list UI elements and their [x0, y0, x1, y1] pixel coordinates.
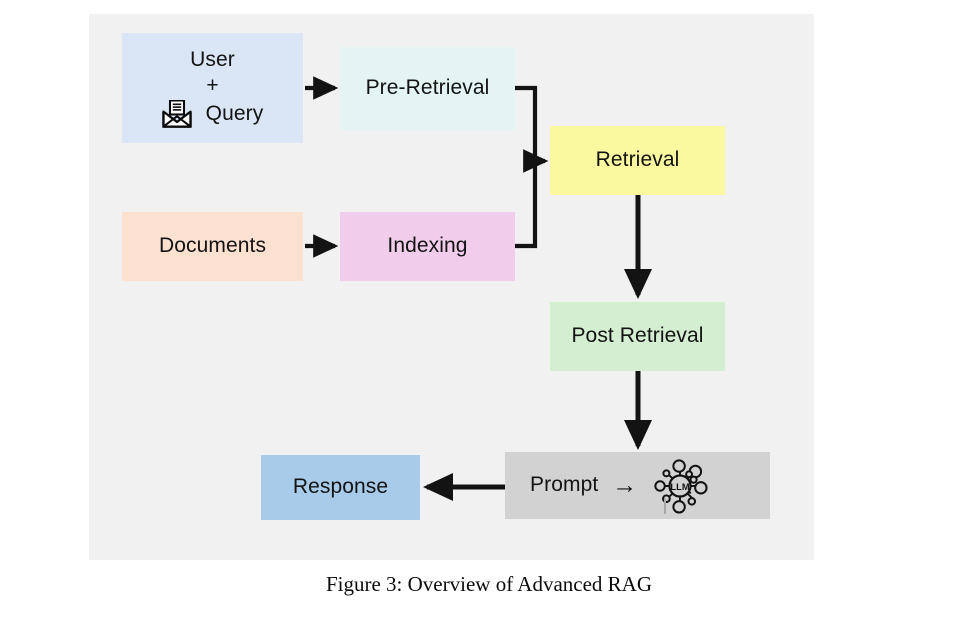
figure-container: User + Query Pre-Retrieval Documents Ind… — [0, 0, 978, 626]
envelope-icon — [162, 99, 192, 128]
node-user-query[interactable]: User + Query — [122, 33, 303, 143]
node-indexing-label: Indexing — [387, 234, 468, 258]
node-pre-retrieval-label: Pre-Retrieval — [365, 76, 490, 100]
prompt-row: Prompt → LLM — [530, 457, 709, 515]
node-indexing[interactable]: Indexing — [340, 212, 515, 281]
node-user-plus: + — [206, 74, 219, 97]
node-response-label: Response — [292, 475, 389, 499]
prompt-tick-mark — [664, 498, 666, 514]
right-arrow-icon: → — [612, 471, 638, 499]
user-query-stack: User + Query — [162, 48, 264, 128]
node-post-retrieval-label: Post Retrieval — [571, 324, 704, 348]
llm-icon-label: LLM — [671, 481, 690, 491]
node-prompt-llm[interactable]: Prompt → LLM — [505, 452, 770, 519]
query-row: Query — [162, 99, 264, 128]
node-retrieval[interactable]: Retrieval — [550, 126, 725, 195]
llm-network-icon: LLM — [651, 457, 709, 515]
node-query-label: Query — [205, 102, 264, 126]
node-post-retrieval[interactable]: Post Retrieval — [550, 302, 725, 371]
figure-caption: Figure 3: Overview of Advanced RAG — [325, 572, 652, 596]
node-prompt-label: Prompt — [530, 473, 599, 497]
node-documents-label: Documents — [158, 234, 267, 258]
node-retrieval-label: Retrieval — [595, 148, 680, 172]
node-user-label: User — [190, 47, 235, 71]
node-pre-retrieval[interactable]: Pre-Retrieval — [340, 47, 515, 130]
node-response[interactable]: Response — [261, 455, 420, 520]
node-documents[interactable]: Documents — [122, 212, 303, 281]
